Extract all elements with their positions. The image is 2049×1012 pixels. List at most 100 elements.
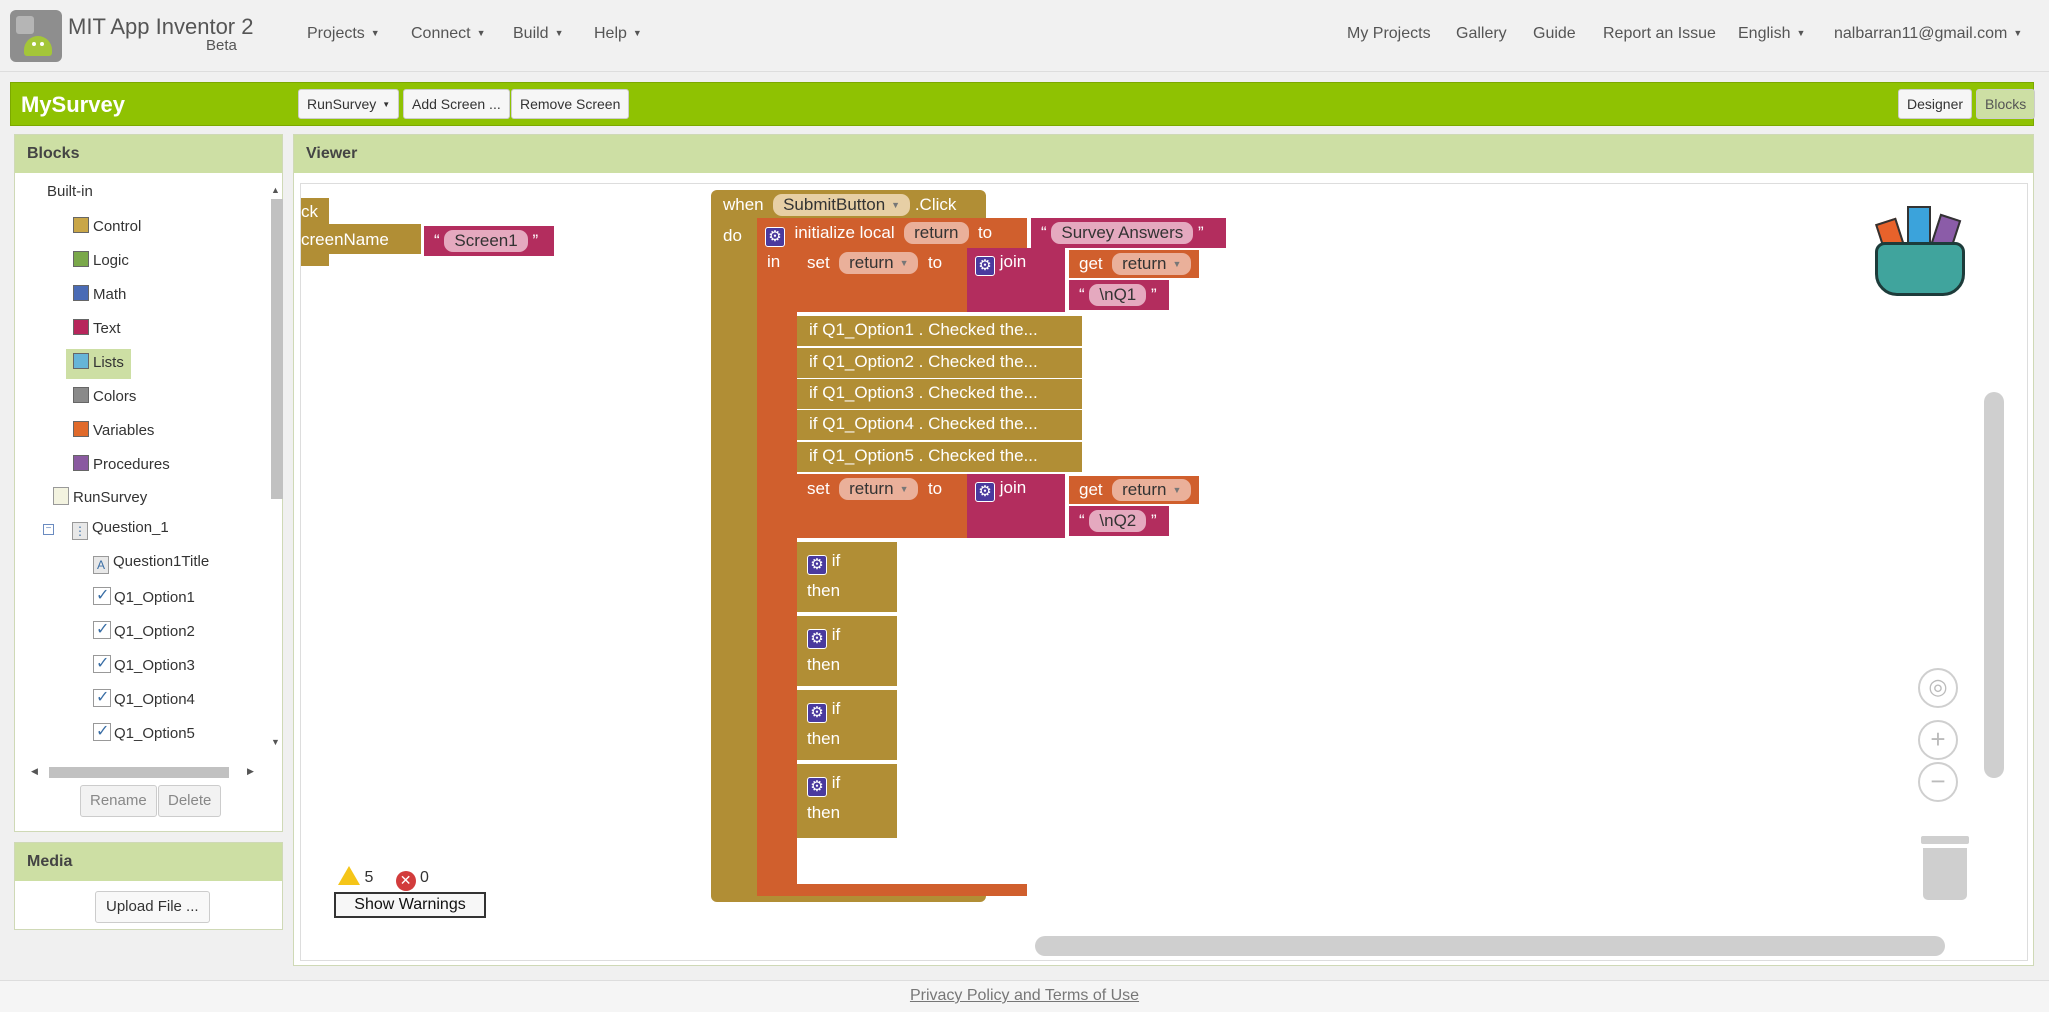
footer: Privacy Policy and Terms of Use xyxy=(0,980,2049,1012)
tree-item-control[interactable]: Control xyxy=(73,217,141,241)
gear-icon[interactable]: ⚙ xyxy=(807,777,827,797)
if-then-block[interactable]: ⚙ if then xyxy=(797,764,897,838)
tree-item-procedures[interactable]: Procedures xyxy=(73,455,170,479)
text-block[interactable]: “ \nQ1 ” xyxy=(1069,280,1169,310)
checkbox-icon xyxy=(93,721,111,741)
tree-item-math[interactable]: Math xyxy=(73,285,126,309)
gear-icon[interactable]: ⚙ xyxy=(765,227,785,247)
nav-language-menu[interactable]: English ▼ xyxy=(1738,25,1805,43)
tree-item-colors[interactable]: Colors xyxy=(73,387,136,411)
event-block[interactable]: when SubmitButton ▼ .Click xyxy=(711,190,986,220)
join-block[interactable]: ⚙ join xyxy=(967,474,1065,538)
tree-item-logic[interactable]: Logic xyxy=(73,251,129,275)
warning-icon xyxy=(338,866,360,885)
blocks-workspace[interactable]: ck creenName “ Screen1 ” when SubmitButt… xyxy=(300,183,2028,961)
initialize-local-block[interactable]: ⚙ initialize local return to xyxy=(757,218,1027,248)
zoom-out-icon[interactable]: − xyxy=(1918,762,1958,802)
tree-item-checkbox[interactable]: Q1_Option3 xyxy=(93,653,195,679)
nav-account-menu[interactable]: nalbarran11@gmail.com ▼ xyxy=(1834,25,2022,43)
designer-button[interactable]: Designer xyxy=(1898,89,1973,119)
if-checked-block[interactable]: if Q1_Option2 . Checked the... xyxy=(797,348,1082,378)
show-warnings-button[interactable]: Show Warnings xyxy=(334,892,486,918)
trash-icon[interactable] xyxy=(1921,836,1969,900)
text-block[interactable]: “ Survey Answers ” xyxy=(1031,218,1226,248)
if-checked-block[interactable]: if Q1_Option5 . Checked the... xyxy=(797,442,1082,472)
text-block[interactable]: “ \nQ2 ” xyxy=(1069,506,1169,536)
screen-selector[interactable]: RunSurvey ▼ xyxy=(298,89,400,119)
checkbox-icon xyxy=(93,619,111,639)
set-variable-block[interactable]: set return ▼ to xyxy=(797,474,967,538)
partial-block-param[interactable]: creenName xyxy=(301,224,421,254)
scroll-thumb[interactable] xyxy=(49,767,229,778)
if-then-block[interactable]: ⚙ if then xyxy=(797,616,897,686)
gear-icon[interactable]: ⚙ xyxy=(807,629,827,649)
recenter-icon[interactable]: ◎ xyxy=(1918,668,1958,708)
tree-item-checkbox[interactable]: Q1_Option2 xyxy=(93,619,195,645)
tree-item-lists[interactable]: Lists xyxy=(66,349,131,379)
rename-button[interactable]: Rename xyxy=(80,785,157,817)
tree-item-screen[interactable]: RunSurvey xyxy=(53,487,147,511)
local-in-spine: in xyxy=(757,248,797,884)
nav-report-issue[interactable]: Report an Issue xyxy=(1603,25,1716,43)
set-variable-block[interactable]: set return ▼ to xyxy=(797,248,967,312)
text-swatch-icon xyxy=(73,319,89,335)
tree-builtin[interactable]: Built-in xyxy=(47,183,93,207)
event-do-spine: do xyxy=(711,220,757,888)
scroll-up-icon[interactable]: ▲ xyxy=(271,185,280,195)
tree-horizontal-scrollbar[interactable]: ◀ ▶ xyxy=(25,763,261,781)
if-then-block[interactable]: ⚙ if then xyxy=(797,542,897,612)
scroll-thumb[interactable] xyxy=(271,199,283,499)
privacy-policy-link[interactable]: Privacy Policy and Terms of Use xyxy=(910,987,1139,1004)
collapse-icon[interactable]: − xyxy=(43,524,54,535)
get-variable-block[interactable]: get return ▼ xyxy=(1069,476,1199,504)
tree-item-checkbox[interactable]: Q1_Option1 xyxy=(93,585,195,611)
nav-connect-menu[interactable]: Connect ▼ xyxy=(411,25,486,43)
variable-dropdown[interactable]: return ▼ xyxy=(1112,253,1192,275)
nav-my-projects[interactable]: My Projects xyxy=(1347,25,1431,43)
if-checked-block[interactable]: if Q1_Option3 . Checked the... xyxy=(797,379,1082,409)
gear-icon[interactable]: ⚙ xyxy=(975,256,995,276)
tree-item-checkbox[interactable]: Q1_Option5 xyxy=(93,721,195,747)
gear-icon[interactable]: ⚙ xyxy=(807,703,827,723)
workspace-vertical-scrollbar[interactable] xyxy=(1984,392,2004,778)
text-block[interactable]: “ Screen1 ” xyxy=(424,226,554,256)
gear-icon[interactable]: ⚙ xyxy=(975,482,995,502)
nav-gallery[interactable]: Gallery xyxy=(1456,25,1507,43)
partial-block[interactable]: ck xyxy=(301,198,329,224)
tree-item-arrangement[interactable]: ⋮ Question_1 xyxy=(72,519,169,543)
caret-down-icon: ▼ xyxy=(382,100,391,109)
app-inventor-logo-icon[interactable] xyxy=(10,10,62,62)
scroll-right-icon[interactable]: ▶ xyxy=(247,766,254,777)
workspace-horizontal-scrollbar[interactable] xyxy=(1035,936,1945,956)
join-block[interactable]: ⚙ join xyxy=(967,248,1065,312)
nav-help-menu[interactable]: Help ▼ xyxy=(594,25,642,43)
nav-guide[interactable]: Guide xyxy=(1533,25,1576,43)
component-dropdown[interactable]: SubmitButton ▼ xyxy=(773,194,911,216)
add-screen-button[interactable]: Add Screen ... xyxy=(403,89,510,119)
zoom-in-icon[interactable]: + xyxy=(1918,720,1958,760)
nav-build-menu[interactable]: Build ▼ xyxy=(513,25,564,43)
tree-vertical-scrollbar[interactable]: ▲ ▼ xyxy=(269,183,283,751)
tree-item-label[interactable]: A Question1Title xyxy=(93,553,209,577)
math-swatch-icon xyxy=(73,285,89,301)
if-checked-block[interactable]: if Q1_Option1 . Checked the... xyxy=(797,316,1082,346)
blocks-button[interactable]: Blocks xyxy=(1976,89,2036,119)
get-variable-block[interactable]: get return ▼ xyxy=(1069,250,1199,278)
scroll-down-icon[interactable]: ▼ xyxy=(271,737,280,747)
blocks-panel: Blocks Built-in Control Logic Math Text … xyxy=(14,134,283,832)
tree-item-text[interactable]: Text xyxy=(73,319,121,343)
upload-file-button[interactable]: Upload File ... xyxy=(95,891,210,923)
nav-projects-menu[interactable]: Projects ▼ xyxy=(307,25,380,43)
remove-screen-button[interactable]: Remove Screen xyxy=(511,89,630,119)
gear-icon[interactable]: ⚙ xyxy=(807,555,827,575)
variable-dropdown[interactable]: return ▼ xyxy=(839,252,919,274)
backpack-icon[interactable] xyxy=(1867,198,1977,308)
if-then-block[interactable]: ⚙ if then xyxy=(797,690,897,760)
scroll-left-icon[interactable]: ◀ xyxy=(31,766,38,777)
delete-button[interactable]: Delete xyxy=(158,785,222,817)
variable-dropdown[interactable]: return ▼ xyxy=(839,478,919,500)
tree-item-variables[interactable]: Variables xyxy=(73,421,154,445)
variable-dropdown[interactable]: return ▼ xyxy=(1112,479,1192,501)
if-checked-block[interactable]: if Q1_Option4 . Checked the... xyxy=(797,410,1082,440)
tree-item-checkbox[interactable]: Q1_Option4 xyxy=(93,687,195,713)
